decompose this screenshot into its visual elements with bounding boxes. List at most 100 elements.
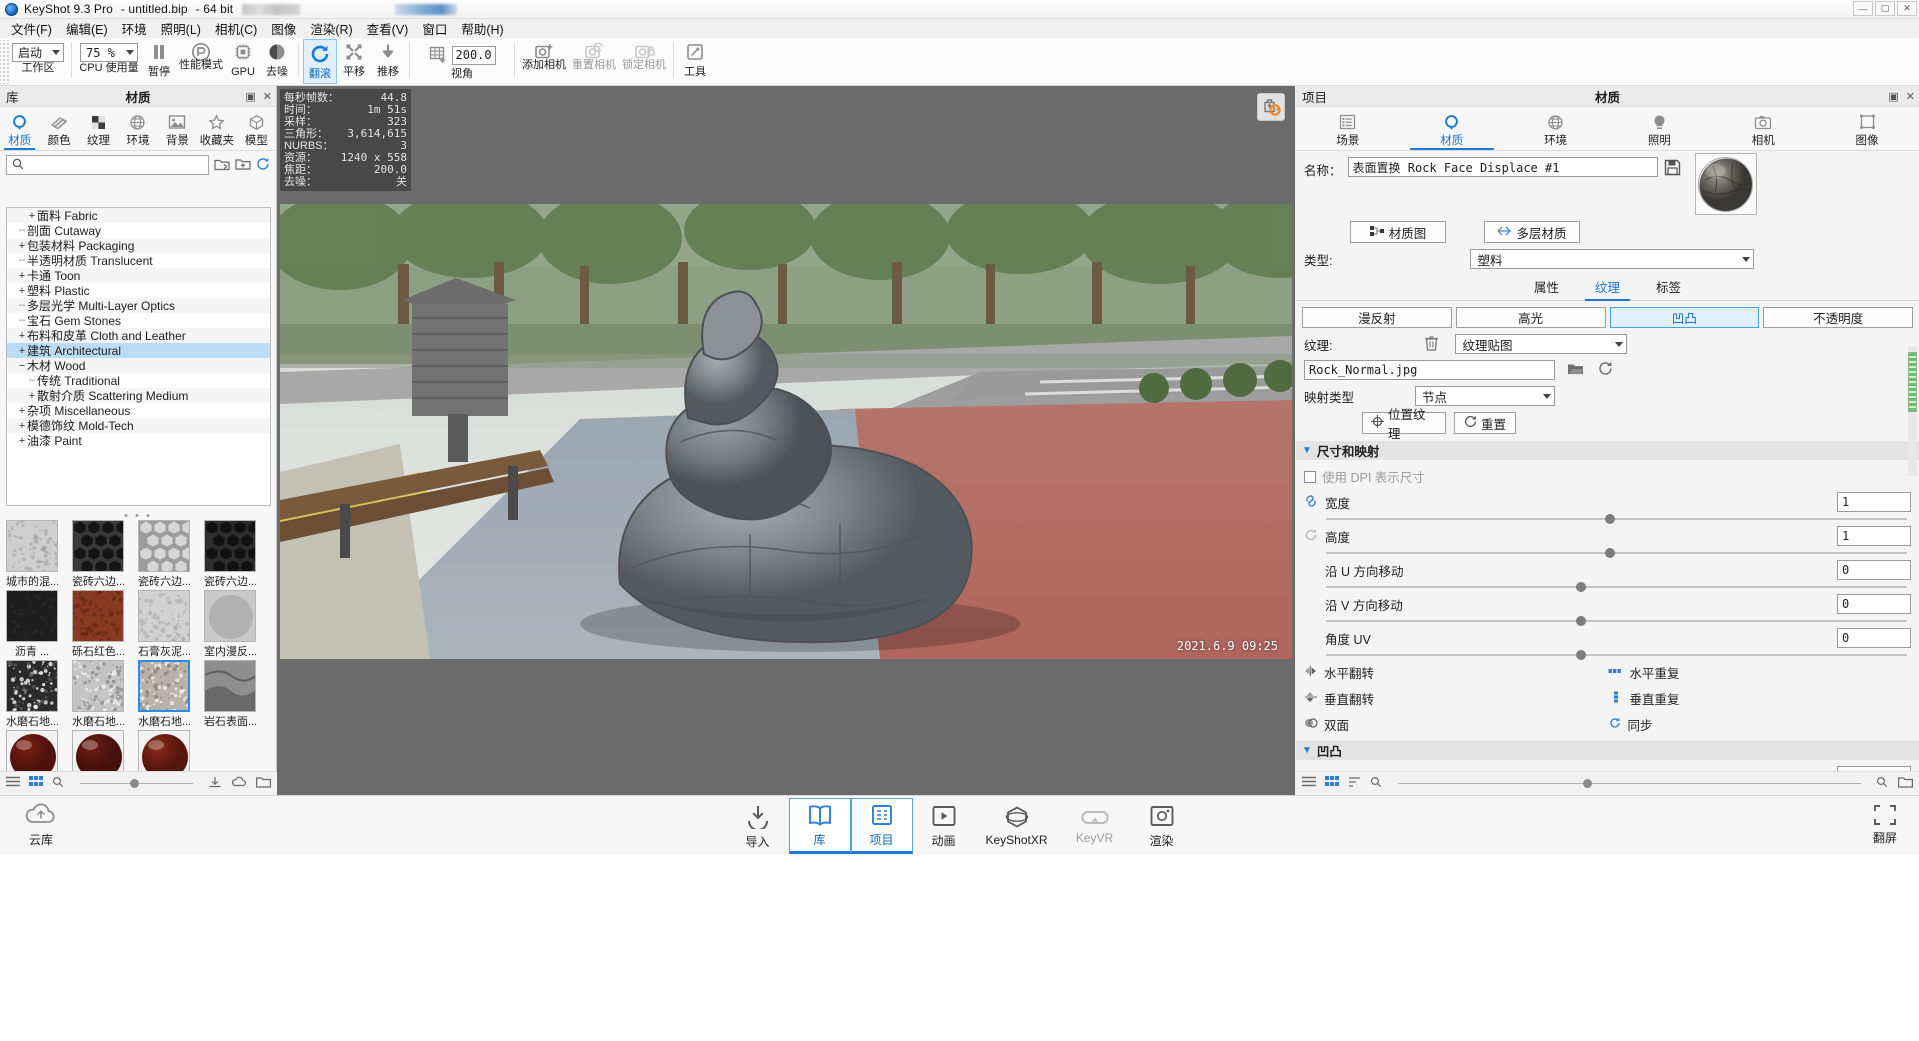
grid-view-icon[interactable] — [29, 776, 43, 791]
material-thumbnail-grid[interactable]: 城市的混... 瓷砖六边... 瓷砖六边... 瓷砖六边... 沥青 ... 砾石红色..… — [6, 520, 271, 810]
cpu-usage-dropdown[interactable]: 75 % — [80, 43, 138, 62]
close-button[interactable]: ✕ — [1897, 1, 1917, 16]
menu-view[interactable]: 查看(V) — [360, 18, 416, 39]
material-refresh-button[interactable] — [1257, 93, 1285, 121]
sync-option[interactable]: 同步 — [1608, 715, 1912, 734]
pan-button[interactable]: 平移 — [337, 38, 371, 86]
preview-size-slider[interactable] — [1398, 783, 1861, 784]
mapping-type-dropdown[interactable]: 节点 — [1415, 386, 1555, 406]
project-tab-environment[interactable]: 环境 — [1504, 112, 1608, 150]
tree-item[interactable]: + 面料 Fabric — [7, 208, 270, 223]
channel-diffuse[interactable]: 漫反射 — [1302, 307, 1452, 328]
tree-item[interactable]: ╌ 半透明材质 Translucent — [7, 253, 270, 268]
menu-camera[interactable]: 相机(C) — [208, 18, 264, 39]
material-thumbnail-item[interactable]: 石膏灰泥... — [138, 590, 190, 659]
tree-item[interactable]: + 模德饰纹 Mold-Tech — [7, 418, 270, 433]
material-thumbnail-item[interactable]: 瓷砖六边... — [204, 520, 256, 589]
tree-item[interactable]: + 卡通 Toon — [7, 268, 270, 283]
undock-icon[interactable]: ▣ — [1888, 90, 1898, 103]
grid-view-icon[interactable] — [1325, 776, 1339, 791]
slider-track[interactable] — [1326, 552, 1907, 554]
material-thumbnail-item[interactable]: 砾石红色... — [72, 590, 124, 659]
menu-file[interactable]: 文件(F) — [4, 18, 59, 39]
folder-icon[interactable] — [256, 776, 271, 791]
tree-expand-toggle[interactable]: + — [17, 270, 27, 282]
project-tab-lighting[interactable]: 照明 — [1607, 112, 1711, 150]
fov-input[interactable]: 200.0 — [452, 46, 496, 65]
slider-value-input[interactable]: 0 — [1837, 628, 1911, 648]
unlink-icon[interactable] — [1304, 528, 1318, 545]
fullscreen-button[interactable]: 翻屏 — [1861, 804, 1909, 846]
slider-value-input[interactable]: 1 — [1837, 526, 1911, 546]
library-tab-material[interactable]: 材质 — [0, 112, 39, 150]
library-tab-color[interactable]: 颜色 — [39, 112, 78, 150]
tree-expand-toggle[interactable]: + — [17, 405, 27, 417]
material-thumbnail[interactable] — [6, 590, 58, 642]
flip-horizontal-option[interactable]: 水平翻转 — [1304, 663, 1608, 682]
position-texture-button[interactable]: 位置纹理 — [1362, 412, 1446, 434]
material-thumbnail[interactable] — [72, 520, 124, 572]
tree-expand-toggle[interactable]: + — [27, 390, 37, 402]
reset-texture-button[interactable]: 重置 — [1454, 412, 1516, 434]
bottom-tab-keyshotxr[interactable]: KeyShotXR — [975, 798, 1059, 854]
list-view-icon[interactable] — [1302, 776, 1316, 791]
download-icon[interactable] — [208, 776, 222, 791]
repeat-vertical-option[interactable]: 垂直重复 — [1608, 689, 1912, 708]
slider-track[interactable] — [1326, 654, 1907, 656]
bottom-tab-project[interactable]: 项目 — [851, 798, 913, 854]
tree-item[interactable]: ╌ 传统 Traditional — [7, 373, 270, 388]
sort-icon[interactable] — [1348, 776, 1361, 791]
texture-type-dropdown[interactable]: 纹理贴图 — [1455, 334, 1627, 354]
material-thumbnail[interactable] — [6, 520, 58, 572]
slider-track[interactable] — [1326, 620, 1907, 622]
slider-knob[interactable] — [1576, 650, 1586, 660]
performance-mode-button[interactable]: 性能模式 — [176, 38, 226, 86]
pause-button[interactable]: 暂停 — [142, 38, 176, 86]
size-mapping-section-header[interactable]: ▼ 尺寸和映射 — [1296, 441, 1919, 460]
material-thumbnail[interactable] — [204, 590, 256, 642]
material-category-tree[interactable]: + 面料 Fabric ╌ 剖面 Cutaway + 包装材料 Packaging ╌ 半透明… — [6, 207, 271, 506]
minimize-button[interactable]: — — [1853, 1, 1873, 16]
project-tab-camera[interactable]: 相机 — [1711, 112, 1815, 150]
tree-item[interactable]: + 油漆 Paint — [7, 433, 270, 448]
tree-item[interactable]: + 包装材料 Packaging — [7, 238, 270, 253]
material-thumbnail-item[interactable]: 水磨石地... — [72, 660, 124, 729]
toolbar-grip[interactable] — [0, 40, 9, 84]
search-input[interactable] — [28, 159, 208, 171]
thumbnail-size-slider[interactable] — [80, 783, 193, 784]
multi-material-button[interactable]: 多层材质 — [1484, 221, 1580, 243]
save-icon[interactable] — [1664, 159, 1681, 179]
tree-item[interactable]: ╌ 剖面 Cutaway — [7, 223, 270, 238]
tree-expand-toggle[interactable]: + — [17, 330, 27, 342]
reset-camera-button[interactable]: 重置相机 — [569, 38, 619, 86]
bottom-tab-keyvr[interactable]: KeyVR — [1059, 798, 1131, 854]
menu-window[interactable]: 窗口 — [415, 18, 454, 39]
project-tab-material[interactable]: 材质 — [1400, 112, 1504, 150]
denoise-button[interactable]: 去噪 — [260, 38, 294, 86]
library-tab-environment[interactable]: 环境 — [118, 112, 157, 150]
project-tab-scene[interactable]: 场景 — [1296, 112, 1400, 150]
slider-knob[interactable] — [1576, 582, 1586, 592]
material-thumbnail[interactable] — [138, 520, 190, 572]
close-icon[interactable]: ✕ — [263, 90, 272, 103]
tree-item[interactable]: + 杂项 Miscellaneous — [7, 403, 270, 418]
library-tab-model[interactable]: 模型 — [237, 112, 276, 150]
channel-specular[interactable]: 高光 — [1456, 307, 1606, 328]
search-small-icon-2[interactable] — [1876, 776, 1889, 791]
reload-icon[interactable] — [1598, 361, 1613, 379]
tumble-button[interactable]: 翻滚 — [303, 39, 337, 84]
menu-help[interactable]: 帮助(H) — [454, 18, 510, 39]
tree-item[interactable]: + 建筑 Architectural — [7, 343, 270, 358]
material-thumbnail-item[interactable]: 瓷砖六边... — [72, 520, 124, 589]
tree-item[interactable]: ╌ 宝石 Gem Stones — [7, 313, 270, 328]
material-type-dropdown[interactable]: 塑料 — [1470, 249, 1754, 269]
material-thumbnail[interactable] — [138, 590, 190, 642]
menu-edit[interactable]: 编辑(E) — [59, 18, 115, 39]
material-thumbnail-item[interactable]: 水磨石地... — [138, 660, 190, 729]
library-tab-favorites[interactable]: 收藏夹 — [197, 112, 236, 150]
material-preview-box[interactable] — [1695, 153, 1757, 215]
material-thumbnail[interactable] — [6, 660, 58, 712]
material-thumbnail[interactable] — [138, 660, 190, 712]
bottom-tab-import[interactable]: 导入 — [727, 798, 789, 854]
list-view-icon[interactable] — [6, 776, 20, 791]
